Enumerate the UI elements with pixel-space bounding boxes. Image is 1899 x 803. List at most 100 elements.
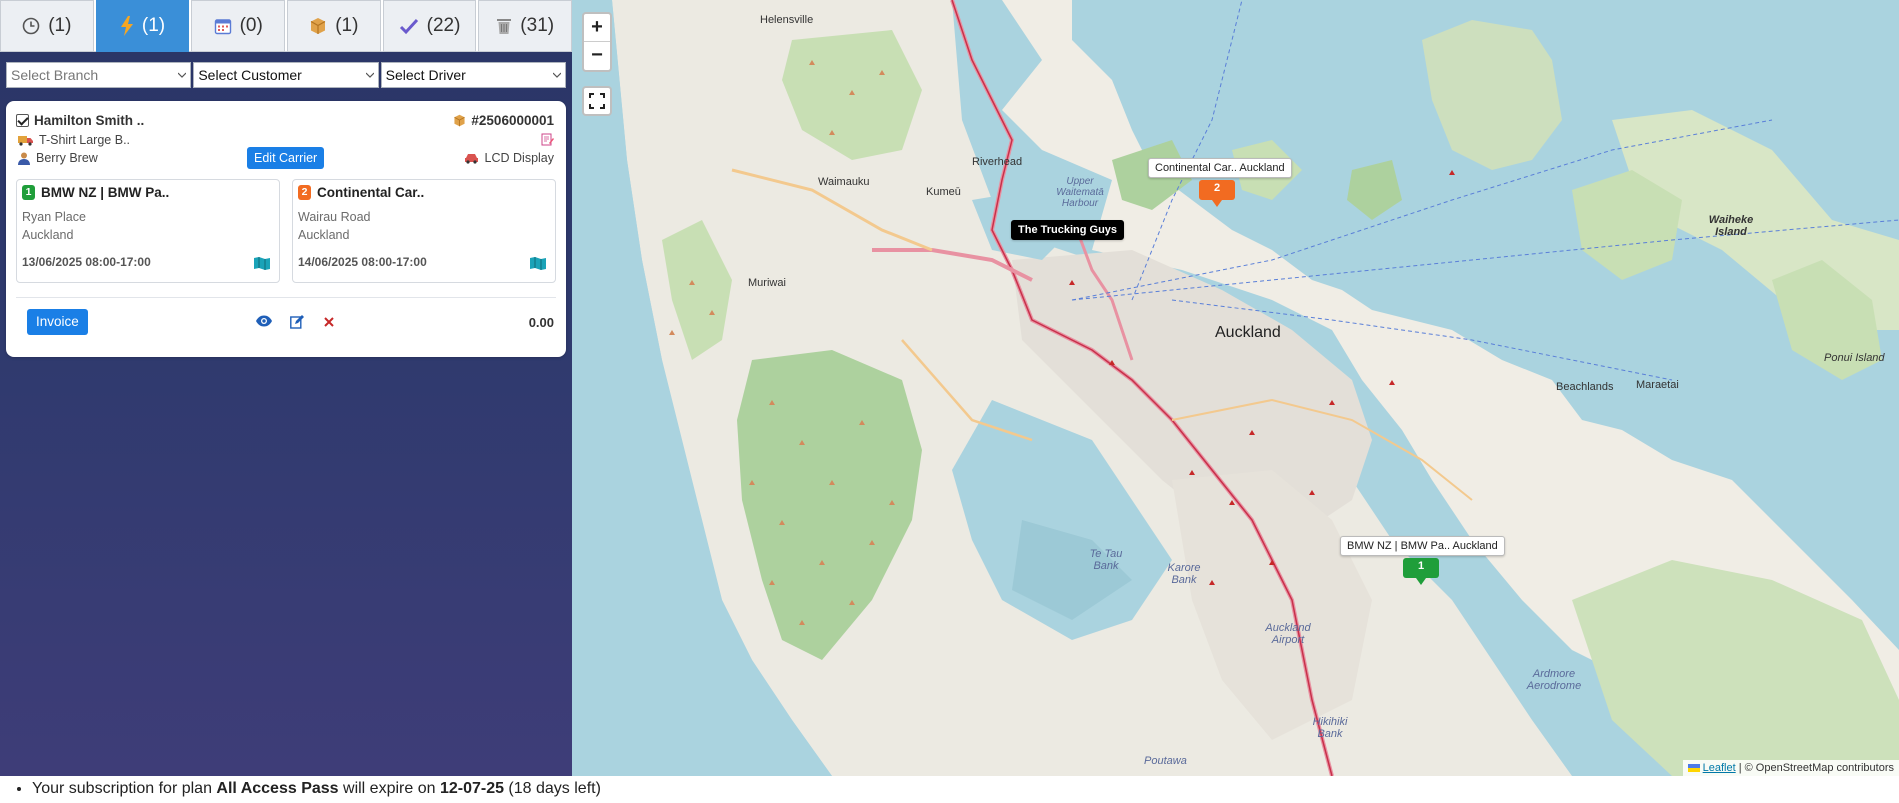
memo-icon (541, 133, 554, 146)
package-icon (454, 114, 466, 127)
chevron-down-icon (365, 72, 374, 78)
map-label-auckland: Auckland (1215, 324, 1281, 341)
stop-city: Auckland (298, 228, 350, 242)
map-label-hikihiki: Hikihiki Bank (1312, 716, 1348, 740)
map-view[interactable]: Helensville Riverhead Waimauku Kumeū Mur… (572, 0, 1899, 776)
filter-bar: Select Branch Select Customer Select Dri… (6, 62, 566, 88)
clock-icon (22, 17, 40, 35)
edit-carrier-button[interactable]: Edit Carrier (247, 147, 325, 169)
tab-count: (22) (426, 15, 461, 36)
stop-number-badge: 1 (22, 185, 35, 200)
tab-count: (1) (335, 15, 359, 36)
subscription-notice-item: Your subscription for plan All Access Pa… (32, 780, 1899, 798)
chevron-down-icon (178, 72, 187, 78)
map-book-icon[interactable] (253, 256, 271, 270)
calendar-icon (214, 19, 231, 35)
contact-name: Berry Brew (36, 151, 98, 165)
map-label-riverhead: Riverhead (972, 156, 1023, 168)
tab-count: (1) (48, 15, 72, 36)
stop-date: 14/06/2025 08:00-17:00 (298, 255, 427, 269)
tab-count: (0) (239, 15, 263, 36)
chevron-down-icon (552, 72, 561, 78)
map-label-upper-waitemata: Upper Waitematā Harbour (1056, 176, 1104, 209)
map-attribution: Leaflet | © OpenStreetMap contributors (1682, 760, 1899, 776)
attribution-text: | © OpenStreetMap contributors (1738, 762, 1894, 774)
zoom-control: + − (582, 12, 612, 72)
map-marker-1[interactable]: 1 (1403, 558, 1439, 585)
stop-title: BMW NZ | BMW Pa.. (41, 185, 170, 200)
zoom-out-button[interactable]: − (584, 42, 610, 70)
truck-icon (18, 136, 33, 146)
stop-card-pickup[interactable]: 1 BMW NZ | BMW Pa.. Ryan Place Auckland … (16, 179, 280, 283)
tab-active[interactable]: (1) (95, 0, 190, 52)
note-line (541, 133, 554, 146)
tooltip-continental: Continental Car.. Auckland (1148, 158, 1292, 178)
order-number-text: #2506000001 (471, 113, 554, 128)
marker-number: 1 (1417, 560, 1425, 572)
item-name: T-Shirt Large B.. (39, 133, 131, 147)
map-label-waiheke: Waiheke Island (1708, 214, 1754, 238)
fullscreen-icon (589, 93, 605, 109)
map-book-icon[interactable] (529, 256, 547, 270)
tab-count: (31) (520, 15, 555, 36)
map-marker-2[interactable]: 2 (1199, 180, 1235, 207)
map-tiles (572, 0, 1899, 776)
expiry-date: 12-07-25 (439, 780, 504, 797)
stop-card-delivery[interactable]: 2 Continental Car.. Wairau Road Auckland… (292, 179, 556, 283)
ukraine-flag-icon (1687, 764, 1700, 773)
tab-packed[interactable]: (1) (287, 0, 381, 52)
tab-completed[interactable]: (22) (382, 0, 477, 52)
map-label-poutawa: Poutawa (1144, 755, 1187, 767)
tab-deleted[interactable]: (31) (478, 0, 573, 52)
map-label-kumeu: Kumeū (926, 186, 961, 198)
tab-scheduled[interactable]: (0) (191, 0, 286, 52)
branch-select[interactable]: Select Branch (6, 62, 192, 88)
invoice-button[interactable]: Invoice (27, 309, 88, 335)
eye-icon[interactable] (256, 315, 272, 327)
map-label-airport: Auckland Airport (1265, 622, 1311, 646)
map-label-tetau: Te Tau Bank (1089, 548, 1123, 572)
stop-street: Wairau Road (298, 210, 371, 224)
leaflet-link[interactable]: Leaflet (1703, 762, 1736, 774)
orders-panel: (1) (1) (0) (1) (22) (31) Select Branch … (0, 0, 573, 776)
map-label-muriwai: Muriwai (748, 277, 786, 289)
customer-name: Hamilton Smith .. (34, 113, 145, 128)
customer-select-value: Select Customer (198, 67, 302, 83)
marker-number: 2 (1213, 182, 1221, 194)
status-tabs: (1) (1) (0) (1) (22) (31) (0, 0, 573, 52)
card-divider (16, 297, 556, 298)
person-icon (18, 152, 30, 165)
item-line: T-Shirt Large B.. (18, 133, 130, 147)
edit-icon[interactable] (290, 315, 304, 329)
stop-city: Auckland (22, 228, 74, 242)
contact-line: Berry Brew (18, 151, 98, 165)
stop-date: 13/06/2025 08:00-17:00 (22, 255, 151, 269)
order-number[interactable]: #2506000001 (453, 113, 554, 128)
trash-icon (497, 19, 512, 34)
delete-icon[interactable] (324, 317, 334, 327)
zoom-in-button[interactable]: + (584, 14, 610, 42)
order-total: 0.00 (528, 315, 554, 330)
customer-select[interactable]: Select Customer (193, 62, 379, 88)
stop-street: Ryan Place (22, 210, 86, 224)
driver-select[interactable]: Select Driver (380, 62, 566, 88)
package-icon (310, 18, 326, 34)
order-checkbox[interactable] (16, 114, 29, 127)
vehicle-name: LCD Display (484, 151, 554, 165)
subscription-notice: Your subscription for plan All Access Pa… (0, 776, 1899, 803)
days-left: (18 days left) (503, 780, 601, 797)
tab-count: (1) (141, 15, 166, 36)
notice-text-mid: will expire on (338, 780, 440, 797)
branch-select-value: Select Branch (11, 67, 99, 83)
lightning-icon (120, 16, 133, 36)
checkmark-icon (399, 18, 418, 35)
vehicle-line: LCD Display (464, 151, 554, 165)
fullscreen-button[interactable] (582, 86, 612, 116)
driver-select-value: Select Driver (385, 67, 466, 83)
map-label-waimauku: Waimauku (818, 176, 870, 188)
map-label-karore: Karore Bank (1167, 562, 1201, 586)
notice-text-pre: Your subscription for plan (32, 780, 217, 797)
stop-title: Continental Car.. (317, 185, 425, 200)
map-label-ponui: Ponui Island (1824, 352, 1885, 364)
tab-pending[interactable]: (1) (0, 0, 94, 52)
